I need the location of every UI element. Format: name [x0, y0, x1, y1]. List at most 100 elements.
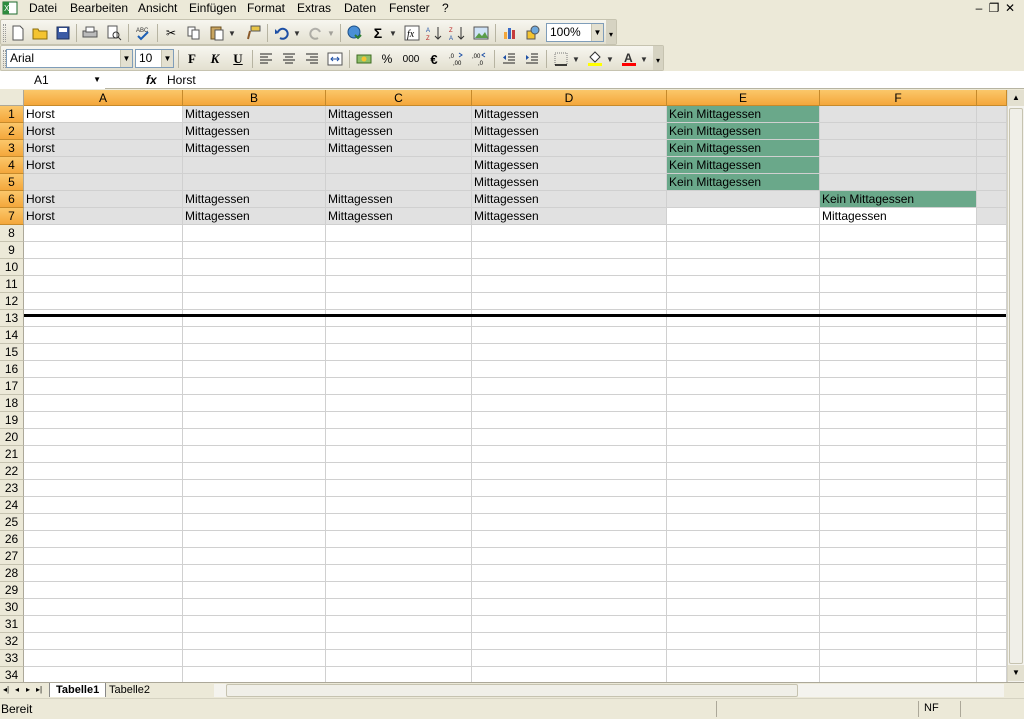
row-header-16[interactable]: 16	[0, 361, 24, 378]
insert-picture-icon[interactable]	[472, 24, 490, 42]
row-header-2[interactable]: 2	[0, 123, 24, 140]
menu-daten[interactable]: Daten	[344, 1, 376, 15]
cell-b2[interactable]: Mittagessen	[183, 123, 326, 140]
merge-center-icon[interactable]	[326, 50, 344, 68]
cell-c5[interactable]	[326, 174, 472, 191]
cell-overflow[interactable]	[977, 293, 1007, 310]
cell-a2[interactable]: Horst	[24, 123, 183, 140]
currency-icon[interactable]	[355, 50, 373, 68]
cell-b31[interactable]	[183, 616, 326, 633]
autosum-dropdown-icon[interactable]: ▼	[389, 24, 397, 42]
cell-overflow[interactable]	[977, 174, 1007, 191]
decrease-decimal-icon[interactable]: ,00,0	[471, 50, 489, 68]
autosum-icon[interactable]: Σ	[369, 24, 387, 42]
cell-f1[interactable]	[820, 106, 977, 123]
menu-ansicht[interactable]: Ansicht	[138, 1, 177, 15]
cell-d29[interactable]	[472, 582, 667, 599]
minimize-icon[interactable]: –	[972, 0, 986, 16]
cell-f5[interactable]	[820, 174, 977, 191]
new-document-icon[interactable]	[9, 24, 27, 42]
cell-f4[interactable]	[820, 157, 977, 174]
sort-ascending-icon[interactable]: AZ	[425, 24, 443, 42]
cell-e23[interactable]	[667, 480, 820, 497]
cell-f2[interactable]	[820, 123, 977, 140]
cell-b13[interactable]	[183, 310, 326, 327]
cell-overflow[interactable]	[977, 378, 1007, 395]
cell-e7[interactable]	[667, 208, 820, 225]
row-header-22[interactable]: 22	[0, 463, 24, 480]
cell-f31[interactable]	[820, 616, 977, 633]
cell-a33[interactable]	[24, 650, 183, 667]
cell-d10[interactable]	[472, 259, 667, 276]
cell-e18[interactable]	[667, 395, 820, 412]
cell-d30[interactable]	[472, 599, 667, 616]
cell-d24[interactable]	[472, 497, 667, 514]
cell-a20[interactable]	[24, 429, 183, 446]
row-header-28[interactable]: 28	[0, 565, 24, 582]
cell-b10[interactable]	[183, 259, 326, 276]
scroll-up-icon[interactable]: ▲	[1008, 90, 1024, 106]
row-header-8[interactable]: 8	[0, 225, 24, 242]
cell-e13[interactable]	[667, 310, 820, 327]
cell-b3[interactable]: Mittagessen	[183, 140, 326, 157]
restore-icon[interactable]: ❐	[987, 0, 1001, 16]
cell-f18[interactable]	[820, 395, 977, 412]
cell-b20[interactable]	[183, 429, 326, 446]
cell-c30[interactable]	[326, 599, 472, 616]
cell-c3[interactable]: Mittagessen	[326, 140, 472, 157]
cell-b24[interactable]	[183, 497, 326, 514]
sort-descending-icon[interactable]: ZA	[448, 24, 466, 42]
cell-overflow[interactable]	[977, 157, 1007, 174]
cell-a28[interactable]	[24, 565, 183, 582]
chart-wizard-icon[interactable]	[501, 24, 519, 42]
function-wizard-icon[interactable]: fx	[403, 24, 421, 42]
cell-b22[interactable]	[183, 463, 326, 480]
cell-a7[interactable]: Horst	[24, 208, 183, 225]
print-preview-icon[interactable]	[105, 24, 123, 42]
cell-f9[interactable]	[820, 242, 977, 259]
horizontal-scrollbar[interactable]	[214, 684, 1004, 697]
cell-overflow[interactable]	[977, 650, 1007, 667]
row-header-5[interactable]: 5	[0, 174, 24, 191]
cell-e17[interactable]	[667, 378, 820, 395]
cell-b30[interactable]	[183, 599, 326, 616]
cell-overflow[interactable]	[977, 463, 1007, 480]
drawing-icon[interactable]	[524, 24, 542, 42]
cell-c23[interactable]	[326, 480, 472, 497]
cell-e3[interactable]: Kein Mittagessen	[667, 140, 820, 157]
column-header-a[interactable]: A	[24, 90, 183, 106]
cell-d33[interactable]	[472, 650, 667, 667]
cell-b8[interactable]	[183, 225, 326, 242]
cell-overflow[interactable]	[977, 276, 1007, 293]
cell-a22[interactable]	[24, 463, 183, 480]
cell-overflow[interactable]	[977, 361, 1007, 378]
cell-a1[interactable]: Horst	[24, 106, 183, 123]
column-header-e[interactable]: E	[667, 90, 820, 106]
cell-a25[interactable]	[24, 514, 183, 531]
cell-a31[interactable]	[24, 616, 183, 633]
toolbar-options-icon[interactable]: ▾	[653, 46, 663, 70]
row-header-10[interactable]: 10	[0, 259, 24, 276]
row-header-31[interactable]: 31	[0, 616, 24, 633]
cell-overflow[interactable]	[977, 259, 1007, 276]
cell-d12[interactable]	[472, 293, 667, 310]
cell-b5[interactable]	[183, 174, 326, 191]
cell-b29[interactable]	[183, 582, 326, 599]
cell-a9[interactable]	[24, 242, 183, 259]
fill-color-icon[interactable]	[586, 50, 604, 68]
cell-overflow[interactable]	[977, 582, 1007, 599]
cell-b18[interactable]	[183, 395, 326, 412]
align-right-icon[interactable]	[303, 50, 321, 68]
menu-fenster[interactable]: Fenster	[389, 1, 430, 15]
cell-f20[interactable]	[820, 429, 977, 446]
chevron-down-icon[interactable]: ▼	[161, 50, 173, 67]
cell-e11[interactable]	[667, 276, 820, 293]
cell-overflow[interactable]	[977, 242, 1007, 259]
borders-dropdown-icon[interactable]: ▼	[572, 50, 580, 68]
cell-c27[interactable]	[326, 548, 472, 565]
cell-f12[interactable]	[820, 293, 977, 310]
cell-overflow[interactable]	[977, 225, 1007, 242]
cell-a13[interactable]	[24, 310, 183, 327]
cell-a26[interactable]	[24, 531, 183, 548]
cell-c10[interactable]	[326, 259, 472, 276]
